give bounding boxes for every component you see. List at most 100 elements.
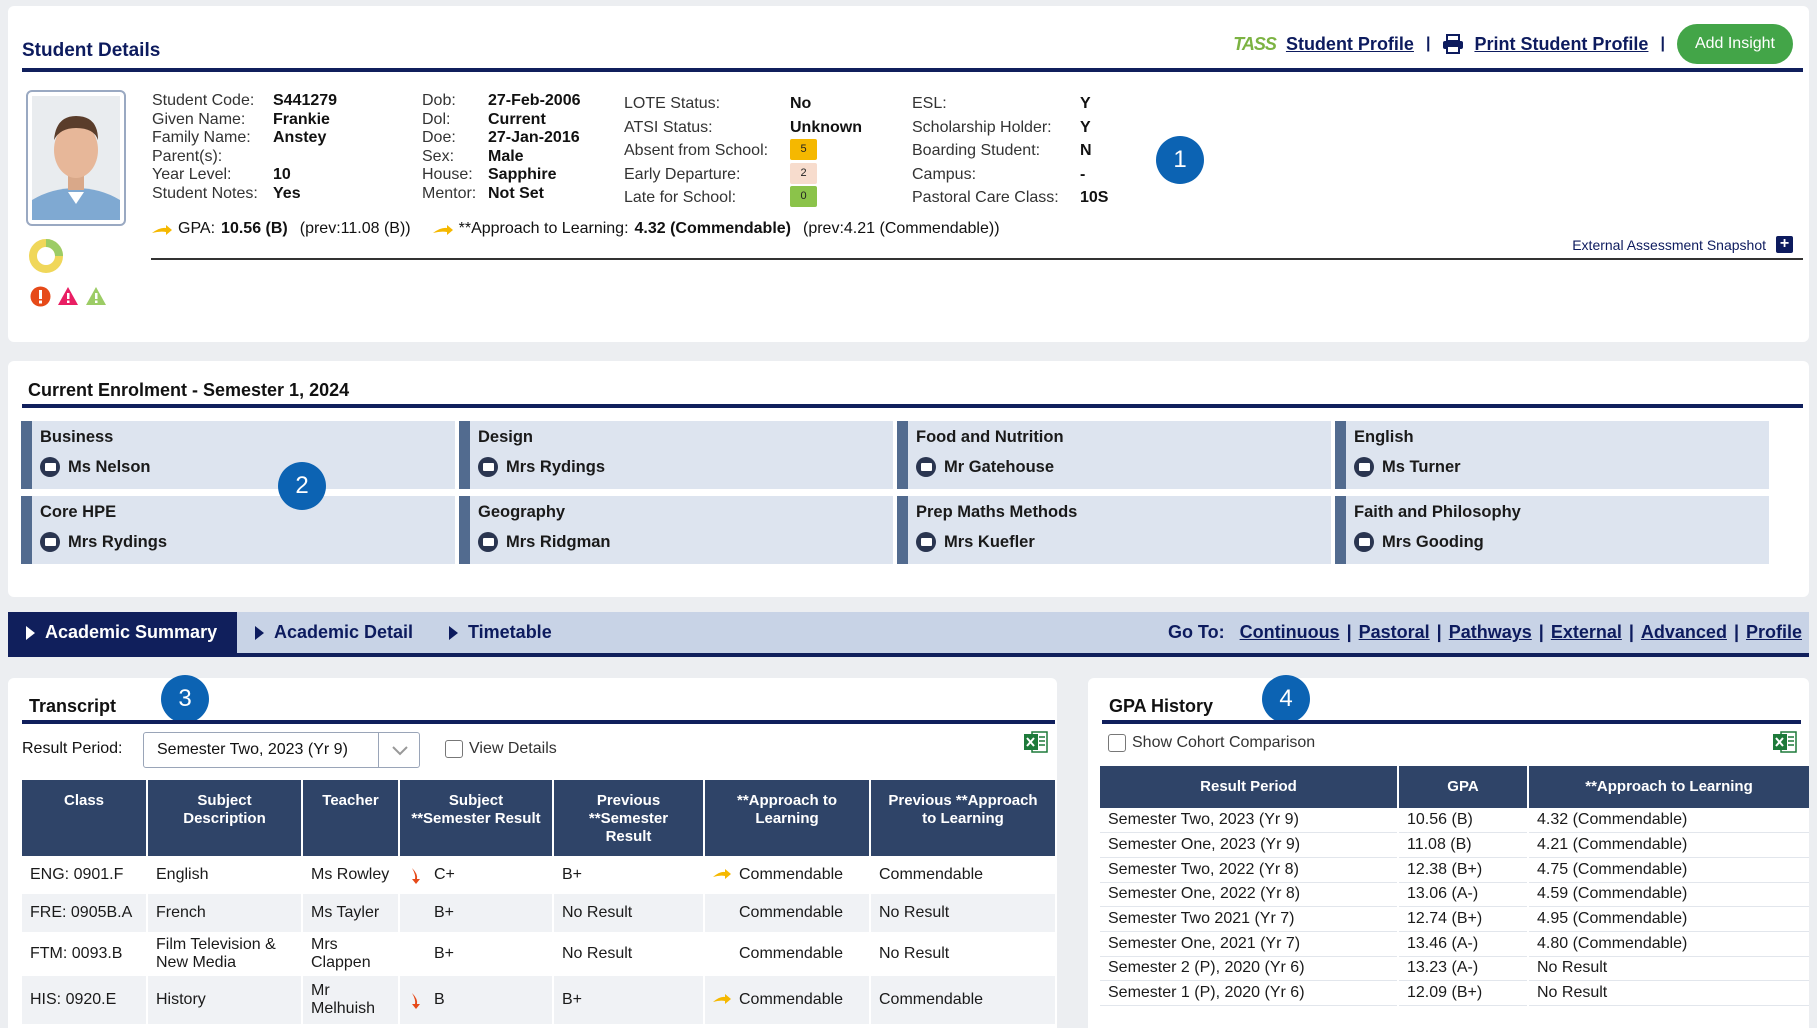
subject-card[interactable]: Core HPE Mrs Rydings [21,496,455,564]
transcript-table: Class Subject Description Teacher Subjec… [22,780,1055,1024]
subject-card[interactable]: Food and Nutrition Mr Gatehouse [897,421,1331,489]
col-header: **Approach to Learning [1528,766,1809,808]
field-row: Family Name: Anstey [152,129,327,146]
student-details-title: Student Details [22,40,161,61]
table-cell: 4.32 (Commendable) [1528,808,1809,834]
field-row: Student Notes: Yes [152,184,301,202]
table-cell: No Result [1528,980,1809,1006]
error-icon[interactable] [30,286,51,312]
table-row: Semester Two 2021 (Yr 7) 12.74 (B+) 4.95 (… [1100,906,1809,932]
email-icon[interactable] [40,457,60,477]
subject-card[interactable]: Faith and Philosophy Mrs Gooding [1335,496,1769,564]
trend-side-arrow-icon [432,224,453,235]
separator: | [1660,35,1665,52]
goto-advanced-link[interactable]: Advanced [1641,622,1727,643]
table-cell: Semester Two, 2023 (Yr 9) [1100,808,1399,834]
tab-bar: Academic Summary Academic Detail Timetab… [8,612,1809,657]
checkbox[interactable] [1108,734,1126,752]
transcript-rule [22,720,1055,724]
separator: | [1425,35,1431,52]
table-cell: No Result [553,894,705,932]
table-row: Semester One, 2021 (Yr 7) 13.46 (A-) 4.80 … [1100,931,1809,957]
absent-count-badge[interactable]: 5 [790,139,817,160]
progress-donut-icon[interactable] [28,238,64,274]
details-col-4: ESL: Y Scholarship Holder: Y Boarding Stud… [912,92,1108,210]
chevron-down-icon[interactable] [388,740,412,765]
table-cell: 4.95 (Commendable) [1528,906,1809,932]
table-row: Semester Two, 2023 (Yr 9) 10.56 (B) 4.32 (… [1100,808,1809,834]
subject-card[interactable]: Business Ms Nelson [21,421,455,489]
table-cell: English [147,856,303,894]
add-insight-button[interactable]: Add Insight [1676,24,1793,64]
callout-1: 1 [1156,136,1204,184]
late-count-badge[interactable]: 0 [790,186,817,207]
field-row: Scholarship Holder: Y [912,118,1091,136]
email-icon[interactable] [916,532,936,552]
details-col-3: LOTE Status: No ATSI Status: Unknown Absen… [624,92,862,210]
field-row: Late for School: 0 [624,186,862,210]
transcript-panel: Transcript 3 Result Period: Semester Two… [8,675,1057,1028]
callout-4: 4 [1262,675,1310,723]
warning-pink-icon[interactable] [57,286,79,312]
excel-export-icon[interactable] [1024,731,1048,753]
field-row: Year Level: 10 [152,166,291,183]
table-cell: Commendable [704,894,871,932]
email-icon[interactable] [916,457,936,477]
enrolment-title: Current Enrolment - Semester 1, 2024 [28,380,350,400]
col-header: Teacher [302,780,400,856]
table-cell: 13.06 (A-) [1398,882,1529,908]
checkbox[interactable] [445,740,463,758]
subject-card[interactable]: Geography Mrs Ridgman [459,496,893,564]
field-row: Campus: - [912,165,1086,183]
table-cell: B+ [399,894,554,932]
printer-icon[interactable] [1442,34,1464,54]
field-row: ATSI Status: Unknown [624,118,862,136]
caret-right-icon [449,625,458,640]
enrolment-rule [22,404,1803,408]
field-row: LOTE Status: No [624,95,812,112]
tab-academic-detail[interactable]: Academic Detail [255,612,413,653]
goto-pathways-link[interactable]: Pathways [1449,622,1532,643]
table-cell: Commendable [879,866,984,883]
col-header: Result Period [1100,766,1399,808]
table-cell: FTM: 0093.B [22,932,148,976]
goto-external-link[interactable]: External [1551,622,1622,643]
table-cell: No Result [1528,956,1809,982]
caret-right-icon [255,625,264,640]
external-assessment-snapshot[interactable]: External Assessment Snapshot + [1572,236,1793,253]
tass-logo: TASS [1233,33,1277,54]
student-profile-link[interactable]: Student Profile [1286,34,1414,55]
email-icon[interactable] [478,457,498,477]
subject-card[interactable]: Design Mrs Rydings [459,421,893,489]
table-cell: 10.56 (B) [1398,808,1529,834]
goto-profile-link[interactable]: Profile [1746,622,1802,643]
excel-export-icon[interactable] [1773,731,1797,753]
col-header: GPA [1398,766,1529,808]
print-student-profile-link[interactable]: Print Student Profile [1474,34,1648,55]
view-details-checkbox[interactable]: View Details [445,740,557,758]
email-icon[interactable] [478,532,498,552]
cohort-comparison-checkbox[interactable]: Show Cohort Comparison [1108,734,1315,752]
early-departure-badge[interactable]: 2 [790,162,817,184]
tab-academic-summary[interactable]: Academic Summary [8,612,237,653]
email-icon[interactable] [1354,457,1374,477]
field-row: Doe: 27-Jan-2016 [422,129,580,146]
tab-timetable[interactable]: Timetable [449,612,552,653]
subject-card[interactable]: Prep Maths Methods Mrs Kuefler [897,496,1331,564]
goto-pastoral-link[interactable]: Pastoral [1359,622,1430,643]
expand-plus-icon[interactable]: + [1776,236,1793,253]
email-icon[interactable] [40,532,60,552]
email-icon[interactable] [1354,532,1374,552]
table-cell: French [147,894,303,932]
table-cell: 11.08 (B) [1398,832,1529,858]
transcript-title: Transcript [29,696,117,716]
field-row: Mentor: Not Set [422,184,544,202]
table-cell: 4.80 (Commendable) [1528,931,1809,957]
col-header: Class [22,780,148,856]
goto-continuous-link[interactable]: Continuous [1240,622,1340,643]
subject-card[interactable]: English Ms Turner [1335,421,1769,489]
result-period-select[interactable]: Semester Two, 2023 (Yr 9) [143,732,420,768]
field-row: Dob: 27-Feb-2006 [422,92,581,109]
warning-green-icon[interactable] [85,286,107,312]
